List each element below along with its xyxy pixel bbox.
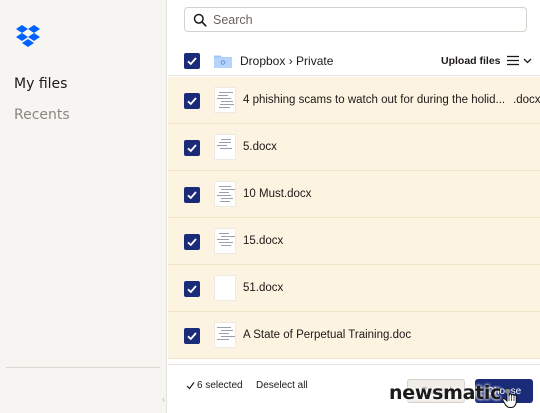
file-browser: Dropbox › Private Upload files 4 phishin… [168, 0, 540, 413]
dropbox-logo-icon [16, 25, 40, 47]
file-name: A State of Perpetual Training.doc [243, 329, 412, 341]
breadcrumb[interactable]: Dropbox › Private [240, 54, 333, 68]
search-input[interactable] [213, 11, 513, 29]
checkmark-icon [187, 97, 197, 106]
file-row[interactable]: 51.docx [168, 265, 540, 312]
check-icon [186, 382, 195, 390]
file-row[interactable]: 4 phishing scams to watch out for during… [168, 77, 540, 124]
deselect-all-button[interactable]: Deselect all [256, 380, 308, 391]
sidebar: My files Recents ‹ [0, 0, 167, 413]
sidebar-item-my-files[interactable]: My files [14, 76, 67, 92]
file-extension: .docx [513, 94, 540, 106]
checkmark-icon [187, 144, 197, 153]
selected-count[interactable]: 6 selected [197, 380, 243, 391]
document-thumbnail-icon [214, 275, 236, 301]
file-name: 10 Must.docx [243, 188, 312, 200]
hand-cursor-icon [502, 387, 517, 408]
search-box [184, 7, 527, 32]
watermark: newsmatic [389, 382, 502, 404]
document-thumbnail-icon [214, 87, 236, 113]
file-row[interactable]: 15.docx [168, 218, 540, 265]
document-thumbnail-icon [214, 322, 236, 348]
search-icon [193, 13, 207, 27]
file-checkbox[interactable] [184, 328, 200, 344]
sidebar-item-recents[interactable]: Recents [14, 107, 70, 123]
file-name: 15.docx [243, 235, 284, 247]
document-thumbnail-icon [214, 228, 236, 254]
file-checkbox[interactable] [184, 281, 200, 297]
file-row[interactable]: A State of Perpetual Training.doc [168, 312, 540, 359]
file-row[interactable]: 5.docx [168, 124, 540, 171]
sidebar-divider [6, 367, 160, 368]
checkmark-icon [187, 238, 197, 247]
file-name: 5.docx [243, 141, 277, 153]
file-list: 4 phishing scams to watch out for during… [168, 77, 540, 359]
file-checkbox[interactable] [184, 93, 200, 109]
chevron-down-icon[interactable] [523, 55, 532, 66]
upload-files-button[interactable]: Upload files [441, 55, 501, 67]
dropbox-chooser: My files Recents ‹ Dropbox › Private Upl… [0, 0, 540, 413]
file-name: 4 phishing scams to watch out for during… [243, 94, 506, 106]
folder-icon [214, 55, 232, 68]
file-name: 51.docx [243, 282, 284, 294]
file-checkbox[interactable] [184, 187, 200, 203]
folder-header: Dropbox › Private Upload files [168, 47, 540, 76]
collapse-handle-icon[interactable]: ‹ [162, 394, 167, 404]
select-all-checkbox[interactable] [184, 53, 200, 69]
checkmark-icon [187, 191, 197, 200]
checkmark-icon [187, 285, 197, 294]
checkmark-icon [187, 332, 197, 341]
checkmark-icon [187, 57, 197, 66]
file-checkbox[interactable] [184, 234, 200, 250]
document-thumbnail-icon [214, 181, 236, 207]
file-row[interactable]: 10 Must.docx [168, 171, 540, 218]
document-thumbnail-icon [214, 134, 236, 160]
list-view-icon[interactable] [507, 55, 519, 66]
file-checkbox[interactable] [184, 140, 200, 156]
